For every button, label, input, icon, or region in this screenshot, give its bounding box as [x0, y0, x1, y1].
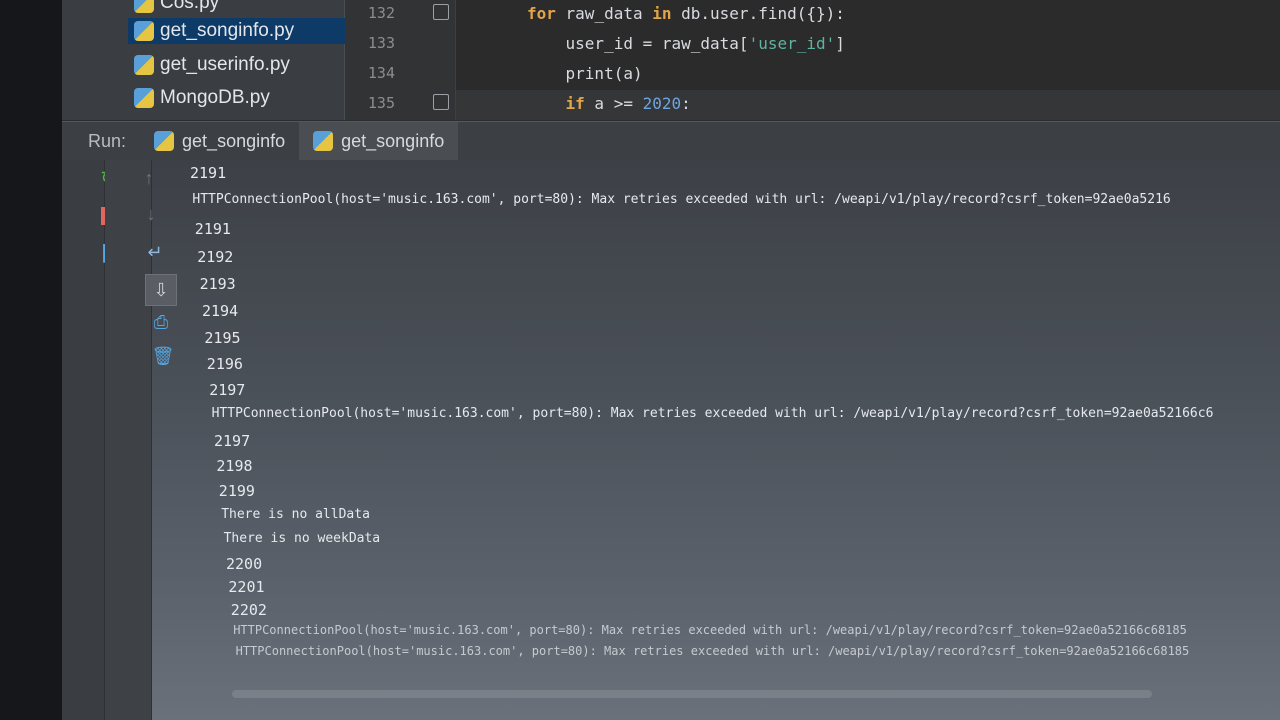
- tree-item-get-userinfo[interactable]: get_userinfo.py: [134, 52, 334, 78]
- code-token: db.user.find({}):: [671, 4, 845, 23]
- console-line: There is no allData: [221, 507, 370, 522]
- console-error-line: HTTPConnectionPool(host='music.163.com',…: [192, 192, 1171, 207]
- code-token: 'user_id': [748, 34, 836, 53]
- code-token: for: [527, 4, 556, 23]
- print-icon[interactable]: ⎙: [149, 310, 173, 334]
- console-error-line: HTTPConnectionPool(host='music.163.com',…: [233, 623, 1187, 637]
- console-line: 2201: [228, 578, 265, 596]
- console-line: 2191: [190, 164, 227, 182]
- line-number: 135: [367, 94, 395, 112]
- code-editor[interactable]: 132 133 134 135 for raw_data in db.user.…: [345, 0, 1280, 120]
- tree-item-label: Cos.py: [160, 0, 220, 13]
- console-line: 2192: [197, 248, 234, 266]
- code-token: a >=: [584, 94, 643, 113]
- console-line: 2202: [230, 601, 267, 619]
- code-line: user_id = raw_data['user_id']: [527, 34, 845, 53]
- code-token: :: [681, 94, 691, 113]
- line-number: 132: [367, 4, 395, 22]
- fold-marker-icon[interactable]: [433, 4, 449, 20]
- code-line: print(a): [527, 64, 643, 83]
- python-run-icon: [313, 131, 334, 151]
- console-error-line: HTTPConnectionPool(host='music.163.com',…: [211, 406, 1214, 421]
- tree-item-label: MongoDB.py: [160, 87, 270, 108]
- run-toolbar-left: ↻ ❚❚ ☰ ✐ ✕ ?: [62, 160, 136, 720]
- soft-wrap-icon[interactable]: ↵: [143, 240, 167, 264]
- run-console[interactable]: ↻ ❚❚ ☰ ✐ ✕ ? ↑ ↓ ↵ ⇩ ⎙ 🗑︎ 2191 HTTPConnec…: [62, 160, 1280, 720]
- run-tab-label: get_songinfo: [182, 130, 286, 151]
- console-line: 2196: [206, 355, 243, 373]
- console-line: 2200: [226, 555, 263, 573]
- horizontal-scrollbar[interactable]: [232, 690, 1152, 698]
- console-line: 2197: [209, 381, 246, 399]
- code-token: in: [652, 4, 672, 23]
- console-line: There is no weekData: [223, 531, 381, 546]
- tree-item-label: get_songinfo.py: [160, 20, 295, 41]
- code-token: print(a): [527, 64, 643, 83]
- code-token: ]: [835, 34, 845, 53]
- console-line: 2195: [204, 329, 241, 347]
- console-line: 2191: [194, 220, 231, 238]
- trash-icon[interactable]: 🗑︎: [151, 344, 175, 368]
- console-line: 2197: [214, 432, 251, 450]
- console-error-line: HTTPConnectionPool(host='music.163.com',…: [235, 644, 1190, 658]
- code-line: if a >= 2020:: [527, 94, 691, 113]
- run-label: Run:: [88, 130, 127, 151]
- run-tool-window-header: Run: get_songinfo get_songinfo: [62, 121, 1280, 161]
- scroll-to-end-icon[interactable]: ⇩: [145, 274, 177, 306]
- python-run-icon: [154, 131, 175, 151]
- project-tree: Cos.py get_songinfo.py get_userinfo.py M…: [62, 0, 350, 120]
- code-line: for raw_data in db.user.find({}):: [527, 4, 845, 23]
- fold-marker-icon[interactable]: [433, 94, 449, 110]
- python-file-icon: [134, 88, 154, 108]
- tree-item-cos[interactable]: Cos.py: [134, 0, 334, 16]
- console-line: 2194: [202, 302, 239, 320]
- python-file-icon: [134, 21, 154, 41]
- run-toolbar-right: ↑ ↓ ↵ ⇩ ⎙ 🗑︎: [105, 160, 177, 720]
- python-file-icon: [134, 0, 154, 13]
- tree-item-mongodb[interactable]: MongoDB.py: [134, 85, 334, 111]
- run-tab-get-songinfo-1[interactable]: get_songinfo: [140, 122, 299, 160]
- console-line: 2193: [199, 275, 236, 293]
- run-tab-get-songinfo-2[interactable]: get_songinfo: [299, 122, 459, 160]
- line-number: 133: [367, 34, 395, 52]
- code-token: user_id = raw_data[: [527, 34, 749, 53]
- line-number: 134: [367, 64, 395, 82]
- code-token: raw_data: [555, 4, 653, 23]
- tree-item-label: get_userinfo.py: [160, 54, 290, 75]
- run-tab-label: get_songinfo: [341, 130, 445, 151]
- code-token: if: [565, 94, 585, 113]
- up-arrow-icon[interactable]: ↑: [137, 166, 161, 190]
- console-line: 2199: [218, 482, 255, 500]
- down-arrow-icon[interactable]: ↓: [139, 202, 163, 226]
- code-token: 2020: [642, 94, 682, 113]
- editor-gutter: 132 133 134 135: [345, 0, 456, 120]
- console-line: 2198: [216, 457, 253, 475]
- python-file-icon: [134, 55, 154, 75]
- tree-item-get-songinfo[interactable]: get_songinfo.py: [128, 18, 350, 44]
- ide-window: Cos.py get_songinfo.py get_userinfo.py M…: [62, 0, 1280, 720]
